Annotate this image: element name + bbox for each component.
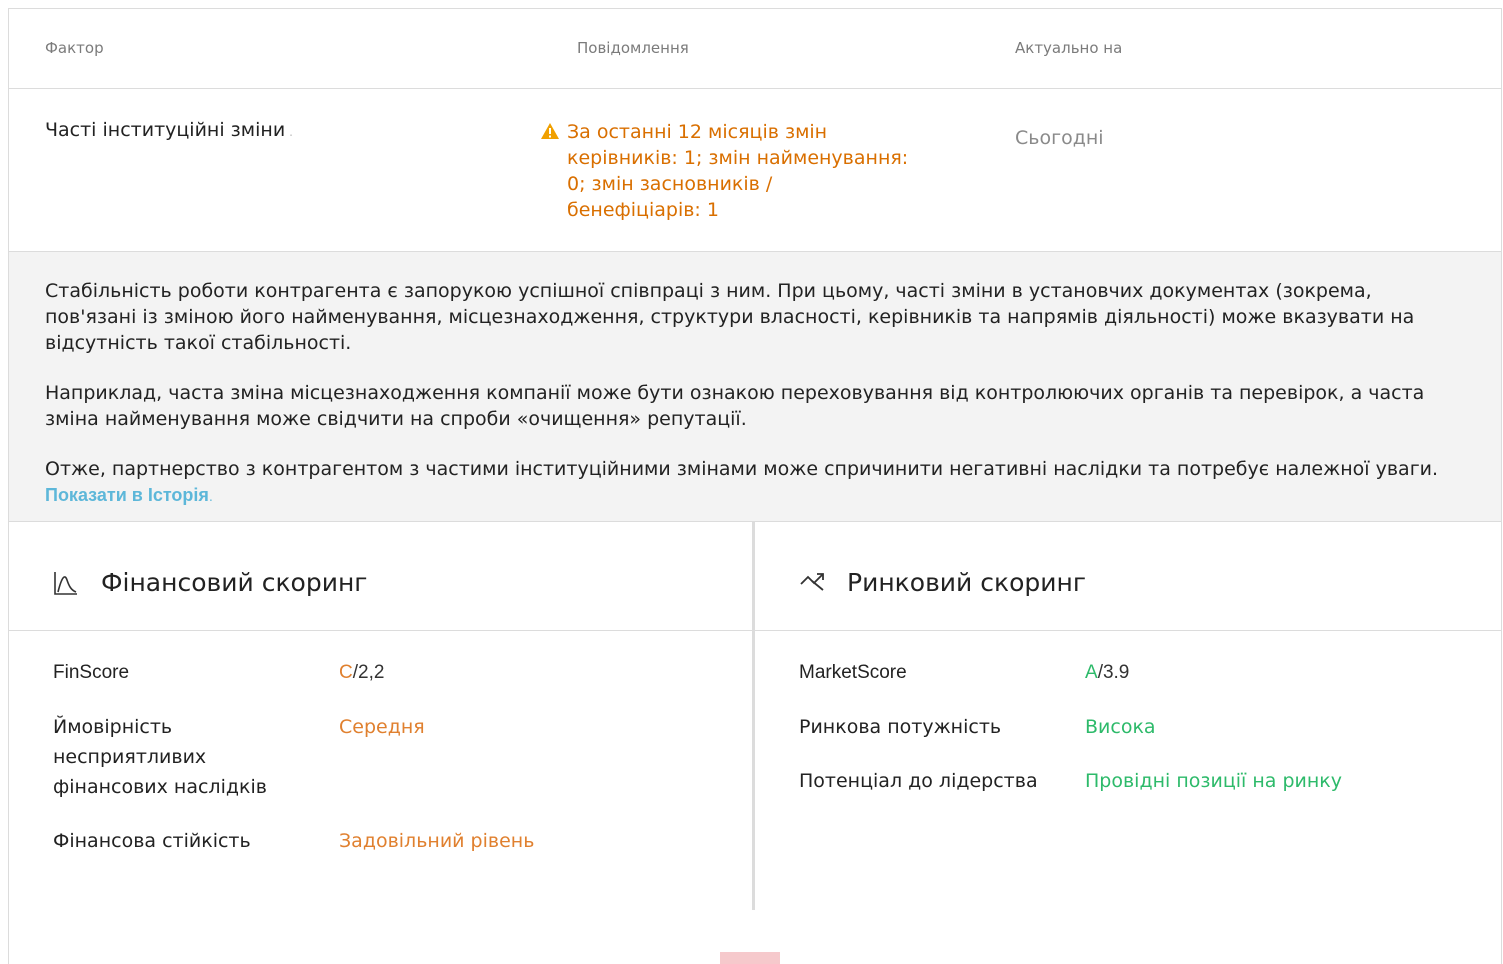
financial-stats: FinScore C/2,2 Ймовірність несприятливих… [53, 658, 534, 880]
factor-dot: . [289, 125, 293, 139]
col-header-date: Актуально на [1015, 39, 1123, 57]
table-row: Часті інституційні зміни. За останні 12 … [9, 89, 1501, 252]
date-cell: Сьогодні [1015, 127, 1104, 149]
risk-factor-card: Фактор Повідомлення Актуально на Часті і… [8, 8, 1502, 964]
table-header: Фактор Повідомлення Актуально на [9, 9, 1501, 89]
finscore-row: FinScore C/2,2 [53, 658, 534, 688]
market-scoring-header: Ринковий скоринг [755, 522, 1501, 631]
marketscore-label: MarketScore [799, 662, 907, 683]
marketscore-grade: A [1085, 662, 1098, 683]
link-dot: . [208, 490, 213, 504]
finscore-label: FinScore [53, 662, 130, 683]
adverse-probability-row: Ймовірність несприятливих фінансових нас… [53, 712, 534, 802]
message-text: За останні 12 місяців змін керівників: 1… [567, 121, 909, 221]
warning-icon [541, 123, 567, 223]
adverse-probability-value: Середня [339, 716, 425, 738]
financial-scoring-title: Фінансовий скоринг [101, 568, 368, 597]
financial-stability-label: Фінансова стійкість [53, 830, 251, 852]
watermark-fragment [720, 952, 780, 964]
market-stats: MarketScore A/3.9 Ринкова потужність Вис… [799, 658, 1342, 820]
col-header-message: Повідомлення [577, 39, 689, 57]
col-header-factor: Фактор [45, 39, 104, 57]
factor-description: Стабільність роботи контрагента є запору… [9, 252, 1501, 522]
market-power-value: Висока [1085, 716, 1156, 738]
market-power-label: Ринкова потужність [799, 716, 1002, 738]
financial-stability-value: Задовільний рівень [339, 830, 535, 852]
trend-zigzag-icon [799, 570, 825, 596]
finscore-value: /2,2 [352, 662, 385, 683]
market-scoring-title: Ринковий скоринг [847, 568, 1086, 597]
scoring-panels: Фінансовий скоринг FinScore C/2,2 Ймовір… [9, 522, 1501, 910]
description-paragraph-1: Стабільність роботи контрагента є запору… [45, 280, 1415, 354]
market-scoring-panel: Ринковий скоринг MarketScore A/3.9 Ринко… [755, 522, 1501, 910]
financial-scoring-panel: Фінансовий скоринг FinScore C/2,2 Ймовір… [9, 522, 755, 910]
leadership-potential-row: Потенціал до лідерства Провідні позиції … [799, 766, 1342, 796]
message-cell: За останні 12 місяців змін керівників: 1… [541, 119, 921, 223]
factor-name: Часті інституційні зміни [45, 119, 286, 141]
finscore-grade: C [339, 662, 353, 683]
financial-stability-row: Фінансова стійкість Задовільний рівень [53, 826, 534, 856]
adverse-probability-label: Ймовірність несприятливих фінансових нас… [53, 716, 267, 798]
market-power-row: Ринкова потужність Висока [799, 712, 1342, 742]
leadership-potential-label: Потенціал до лідерства [799, 770, 1038, 792]
show-in-history-link[interactable]: Показати в Історія [45, 485, 209, 505]
chart-curve-icon [53, 570, 79, 600]
description-paragraph-2: Наприклад, часта зміна місцезнаходження … [45, 382, 1425, 430]
factor-cell: Часті інституційні зміни. [45, 119, 293, 141]
financial-scoring-header: Фінансовий скоринг [9, 522, 752, 631]
marketscore-value: /3.9 [1097, 662, 1130, 683]
leadership-potential-value: Провідні позиції на ринку [1085, 770, 1343, 792]
description-paragraph-3: Отже, партнерство з контрагентом з части… [45, 458, 1439, 480]
marketscore-row: MarketScore A/3.9 [799, 658, 1342, 688]
